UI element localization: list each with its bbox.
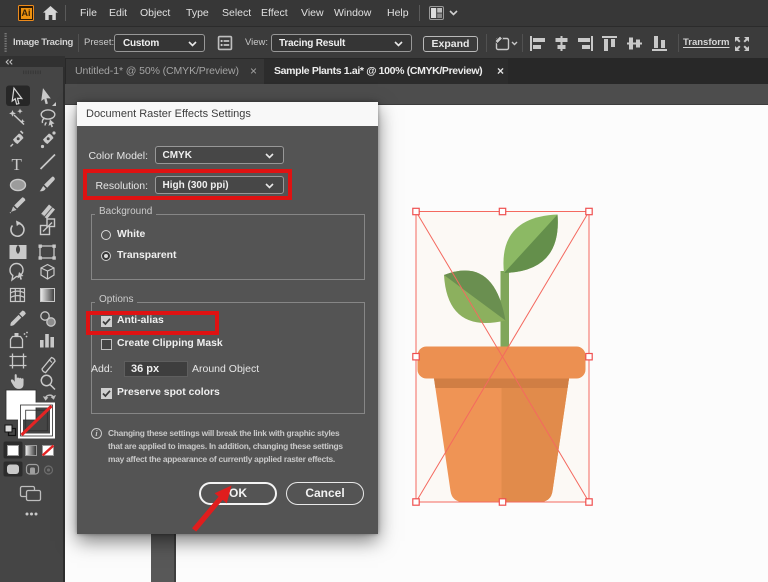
- svg-text:T: T: [12, 155, 23, 174]
